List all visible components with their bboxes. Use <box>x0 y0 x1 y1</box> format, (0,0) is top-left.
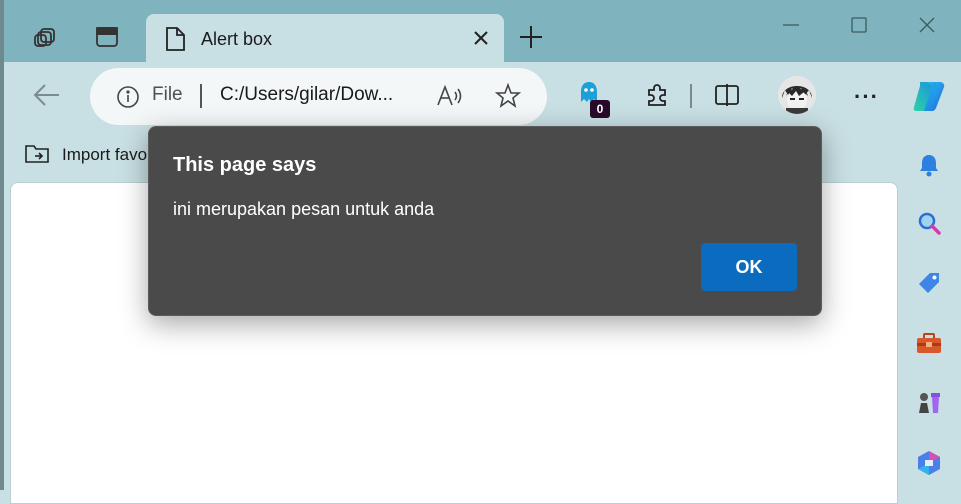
ghostery-badge: 0 <box>590 100 610 118</box>
address-separator <box>200 84 202 108</box>
office-icon[interactable] <box>914 448 944 478</box>
notification-bell-icon[interactable] <box>914 150 944 180</box>
copilot-icon[interactable] <box>910 78 948 119</box>
favorite-star-icon[interactable] <box>494 82 522 114</box>
extensions-icon[interactable] <box>644 82 670 113</box>
ok-button[interactable]: OK <box>701 243 797 291</box>
import-favorites-icon[interactable] <box>24 142 52 171</box>
minimize-icon[interactable] <box>782 14 800 41</box>
vertical-tabs-icon[interactable] <box>92 22 122 52</box>
more-icon[interactable]: ··· <box>854 84 879 110</box>
tab-alert-box[interactable]: Alert box <box>146 14 504 63</box>
toolbar-separator <box>690 84 692 108</box>
page-icon <box>164 26 186 57</box>
import-favorites-label[interactable]: Import favo <box>62 145 147 165</box>
search-icon[interactable] <box>914 208 944 238</box>
shopping-tag-icon[interactable] <box>914 268 944 298</box>
window-close-icon[interactable] <box>918 14 936 41</box>
split-screen-icon[interactable] <box>714 82 740 113</box>
info-icon[interactable] <box>116 85 140 114</box>
tools-icon[interactable] <box>914 328 944 358</box>
read-aloud-icon[interactable] <box>436 83 464 114</box>
back-icon[interactable] <box>32 82 62 113</box>
toolbar: File C:/Users/gilar/Dow... 0 ··· <box>4 62 961 128</box>
close-icon[interactable] <box>472 29 490 52</box>
scheme-label: File <box>152 84 183 105</box>
dialog-message: ini merupakan pesan untuk anda <box>173 199 435 219</box>
new-tab-icon[interactable] <box>518 24 544 55</box>
address-bar[interactable]: File C:/Users/gilar/Dow... <box>90 68 547 125</box>
tab-title: Alert box <box>201 29 273 49</box>
profile-avatar[interactable] <box>778 76 816 114</box>
workspaces-icon[interactable] <box>30 22 60 52</box>
alert-dialog: This page says ini merupakan pesan untuk… <box>148 126 822 316</box>
url-text[interactable]: C:/Users/gilar/Dow... <box>220 84 393 106</box>
dialog-title: This page says <box>173 154 317 176</box>
maximize-icon[interactable] <box>850 14 868 41</box>
tab-strip: Alert box <box>4 0 961 63</box>
sidebar <box>900 130 961 490</box>
games-icon[interactable] <box>914 388 944 418</box>
